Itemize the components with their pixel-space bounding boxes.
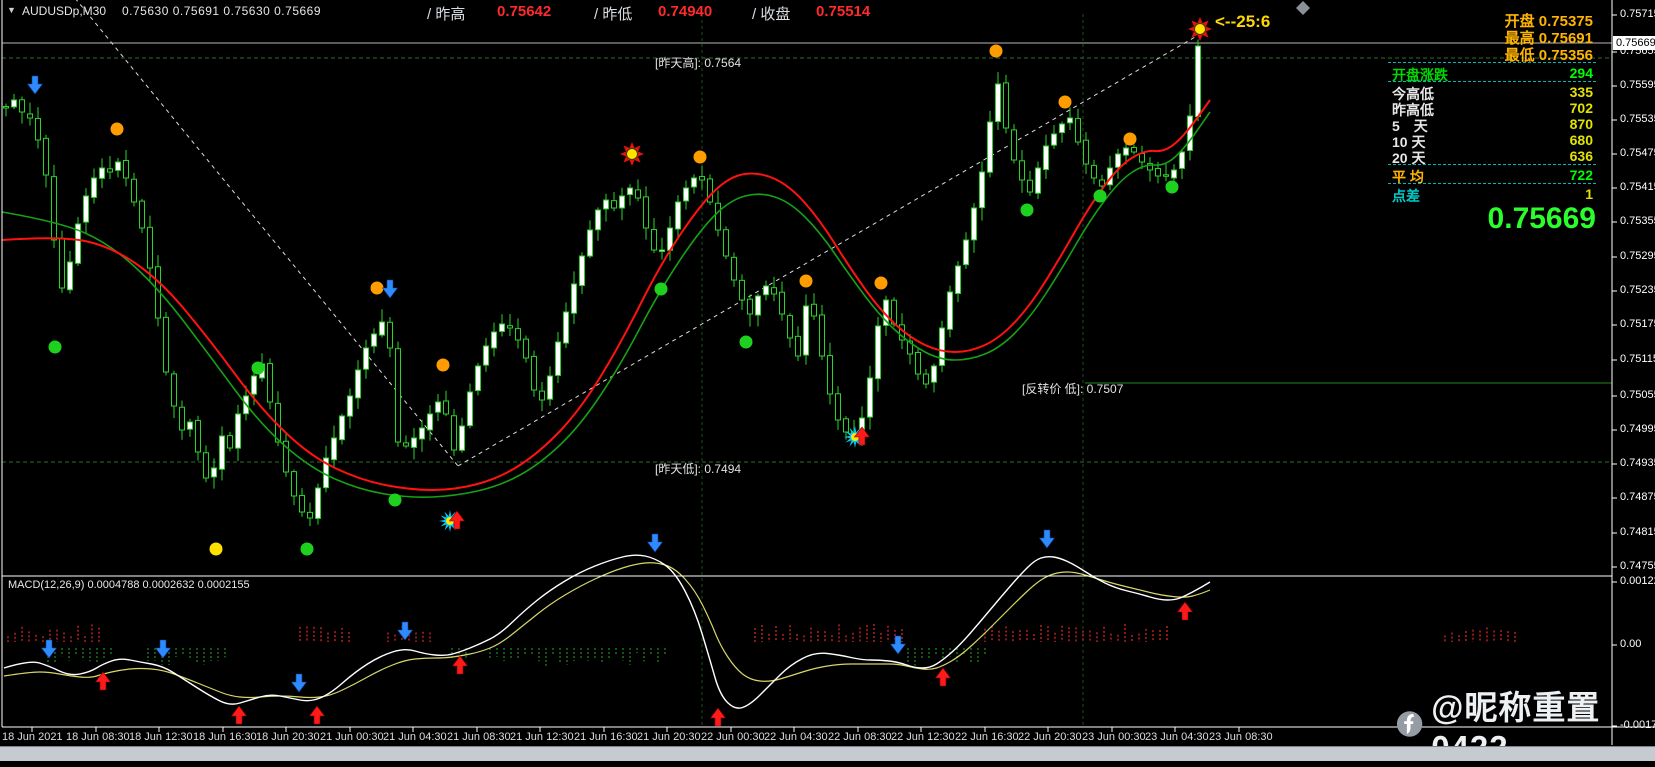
- time-tick: 18 Jun 20:30: [256, 731, 320, 743]
- info-value: 680: [1569, 132, 1593, 148]
- info-label: 平 均: [1392, 169, 1424, 185]
- yesterday-low-label: [昨天低]: 0.7494: [655, 462, 742, 476]
- price-tick: 0.75235: [1620, 284, 1655, 296]
- time-tick: 21 Jun 12:30: [510, 731, 574, 743]
- time-tick: 22 Jun 20:30: [1018, 731, 1082, 743]
- info-label: 20 天: [1392, 150, 1426, 166]
- price-tick: 0.75415: [1620, 181, 1655, 193]
- counter-label: <--25:6: [1215, 12, 1271, 31]
- time-tick: 21 Jun 08:30: [447, 731, 511, 743]
- current-price-big: 0.75669: [1487, 202, 1596, 235]
- macd-axis-tick: 0.00: [1620, 638, 1642, 650]
- macd-indicator-label: MACD(12,26,9) 0.0004788 0.0002632 0.0002…: [8, 579, 250, 591]
- time-tick: 18 Jun 08:30: [66, 731, 130, 743]
- window-bottom-strip: [0, 746, 1655, 761]
- info-value: 702: [1569, 100, 1593, 116]
- symbol-label: AUDUSDp,M30: [22, 4, 107, 18]
- quote-ohlc: 0.75630 0.75691 0.75630 0.75669: [122, 4, 322, 18]
- prev-low-value: 0.74940: [658, 3, 713, 20]
- price-tick: 0.75115: [1620, 353, 1655, 365]
- prev-high-label: / 昨高: [427, 6, 466, 23]
- price-tick: 0.75715: [1620, 8, 1655, 20]
- current-price-axis-box: 0.75669: [1613, 36, 1655, 50]
- price-tick: 0.75055: [1620, 389, 1655, 401]
- time-tick: 22 Jun 08:30: [828, 731, 892, 743]
- time-tick: 18 Jun 2021: [2, 731, 63, 743]
- time-tick: 22 Jun 12:30: [891, 731, 955, 743]
- info-separator: [1388, 183, 1596, 184]
- price-tick: 0.75475: [1620, 147, 1655, 159]
- prev-low-label: / 昨低: [594, 6, 633, 23]
- close-value: 0.75514: [816, 3, 871, 20]
- price-tick: 0.74875: [1620, 491, 1655, 503]
- time-tick: 23 Jun 04:30: [1145, 731, 1209, 743]
- info-separator: [1388, 164, 1596, 165]
- info-value: 722: [1569, 167, 1593, 183]
- time-tick: 18 Jun 16:30: [193, 731, 257, 743]
- info-value: 636: [1569, 148, 1593, 164]
- time-tick: 22 Jun 16:30: [955, 731, 1019, 743]
- time-tick: 23 Jun 08:30: [1209, 731, 1273, 743]
- price-tick: 0.75535: [1620, 113, 1655, 125]
- price-tick: 0.74815: [1620, 526, 1655, 538]
- time-tick: 23 Jun 00:30: [1082, 731, 1146, 743]
- prev-high-value: 0.75642: [497, 3, 552, 20]
- info-value: 1: [1585, 186, 1593, 202]
- time-tick: 21 Jun 04:30: [383, 731, 447, 743]
- time-tick: 18 Jun 12:30: [129, 731, 193, 743]
- info-label: 开盘涨跌: [1392, 67, 1448, 83]
- price-tick: 0.75295: [1620, 250, 1655, 262]
- price-tick: 0.74935: [1620, 457, 1655, 469]
- symbol-dropdown-icon[interactable]: ▼: [7, 5, 16, 15]
- info-value: 870: [1569, 116, 1593, 132]
- time-tick: 21 Jun 16:30: [574, 731, 638, 743]
- info-value: 335: [1569, 84, 1593, 100]
- time-tick: 21 Jun 00:30: [320, 731, 384, 743]
- time-tick: 22 Jun 04:30: [764, 731, 828, 743]
- yesterday-high-label: [昨天高]: 0.7564: [655, 56, 742, 70]
- time-tick: 21 Jun 20:30: [637, 731, 701, 743]
- time-tick: 22 Jun 00:30: [701, 731, 765, 743]
- price-tick: 0.74755: [1620, 560, 1655, 572]
- reversal-low-label: [反转价 低]: 0.7507: [1022, 382, 1124, 396]
- price-tick: 0.74995: [1620, 423, 1655, 435]
- price-tick: 0.75175: [1620, 318, 1655, 330]
- price-tick: 0.75595: [1620, 79, 1655, 91]
- info-separator: [1388, 81, 1596, 82]
- macd-axis-tick: 0.001229: [1620, 575, 1655, 587]
- info-separator: [1388, 62, 1596, 63]
- close-label: / 收盘: [752, 6, 791, 23]
- price-tick: 0.75355: [1620, 215, 1655, 227]
- info-value: 294: [1569, 65, 1593, 81]
- watermark-logo-icon: [1396, 711, 1423, 737]
